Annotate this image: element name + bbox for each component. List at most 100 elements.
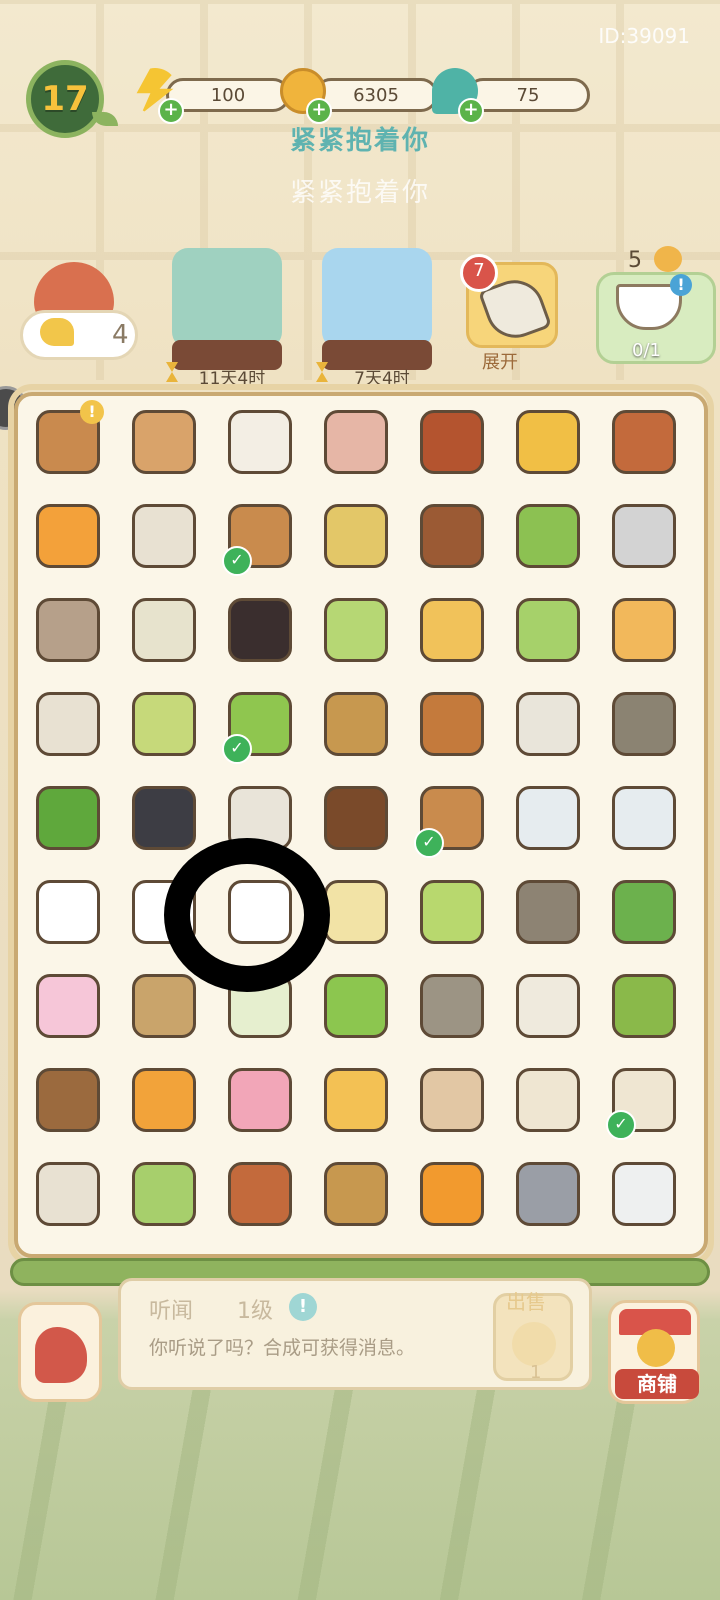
pan-flute-icon <box>228 1162 292 1226</box>
board-cell-milk-pitcher[interactable] <box>602 1152 686 1236</box>
red-panda-card[interactable]: 4 <box>20 262 144 362</box>
board-cell-black-cloth[interactable] <box>122 776 206 860</box>
energy-value: 100 <box>166 78 290 112</box>
event-card-snow-bear[interactable]: 7天4时 <box>316 248 432 389</box>
board-cell-pan-flute[interactable] <box>602 400 686 484</box>
board-cell-woven-mat[interactable]: ✓ <box>218 494 302 578</box>
seedling-icon <box>516 598 580 662</box>
board-cell-green-sprout-bud[interactable] <box>122 682 206 766</box>
red-panda-tea-icon <box>172 248 282 348</box>
butterfly-icon <box>228 1068 292 1132</box>
board-cell-bamboo-cross[interactable] <box>602 870 686 954</box>
checkmark-icon: ✓ <box>414 828 444 858</box>
lantern-icon <box>36 504 100 568</box>
black-cloth-icon <box>132 786 196 850</box>
tied-parcel-icon <box>516 692 580 756</box>
bamboo-cross-icon <box>612 880 676 944</box>
ham-button[interactable] <box>18 1302 102 1402</box>
board-cell-log-stump[interactable] <box>26 1058 110 1142</box>
board-cell-incense-burner[interactable] <box>506 1152 590 1236</box>
board-cell-orange-candle[interactable] <box>410 1152 494 1236</box>
board-cell-pipa-lute[interactable] <box>122 400 206 484</box>
sell-button[interactable]: 出售 1 <box>493 1290 573 1383</box>
event-card-tea-panda[interactable]: 11天4时 <box>166 248 282 389</box>
hamster-icon <box>420 1068 484 1132</box>
board-cell-paper-kite[interactable] <box>26 682 110 766</box>
snow-bear-icon <box>322 248 432 348</box>
stone-ring-icon <box>612 504 676 568</box>
tea-order-card[interactable]: 5 ! 0/1 <box>596 244 716 370</box>
board-cell-stone-ring[interactable] <box>602 494 686 578</box>
board-cell-bamboo-frame[interactable] <box>314 1152 398 1236</box>
item-info-panel: 听闻 1级 ! 你听说了吗？合成可获得消息。 出售 1 <box>118 1278 592 1390</box>
board-cell-pan-flute[interactable] <box>218 1152 302 1236</box>
red-paper-icon <box>324 410 388 474</box>
board-cell-woven-mat[interactable]: ✓ <box>410 776 494 860</box>
board-cell-hedgehog[interactable] <box>314 1058 398 1142</box>
ink-stick-icon <box>420 410 484 474</box>
board-cell-owl[interactable] <box>26 588 110 672</box>
board-cell-bamboo-slips[interactable] <box>410 588 494 672</box>
board-cell-stone-cat[interactable]: ✓ <box>602 1058 686 1142</box>
board-cell-paper-kite[interactable] <box>122 494 206 578</box>
board-cell-fancy-teapot[interactable] <box>602 776 686 860</box>
board-cell-bamboo-shoot[interactable] <box>122 1152 206 1236</box>
player-id: ID:39091 <box>598 24 690 48</box>
board-cell-ink-stick[interactable] <box>410 400 494 484</box>
board-cell-fire-brazier[interactable] <box>410 494 494 578</box>
board-cell-butterfly[interactable] <box>218 1058 302 1142</box>
board-cell-bamboo-frame[interactable] <box>314 682 398 766</box>
board-cell-seedling[interactable] <box>506 588 590 672</box>
board-cell-stone-cube[interactable] <box>602 682 686 766</box>
item-info-icon[interactable]: ! <box>289 1293 317 1321</box>
board-cell-tea-leaves[interactable] <box>314 776 398 860</box>
board-cell-campfire[interactable] <box>122 1058 206 1142</box>
board-cell-matcha-jar[interactable]: ✓ <box>218 682 302 766</box>
board-cell-signboard[interactable] <box>122 964 206 1048</box>
ginkgo-leaf-icon <box>40 318 74 346</box>
board-cell-tied-parcel[interactable] <box>506 682 590 766</box>
tea-leaves-icon <box>324 786 388 850</box>
stone-cube-icon <box>612 692 676 756</box>
board-cell-basket-pole[interactable] <box>602 588 686 672</box>
scene-subtitle: 紧紧抱着你 <box>289 178 430 208</box>
board-cell-seed-bag[interactable] <box>506 964 590 1048</box>
board-cell-bamboo-flute[interactable] <box>410 682 494 766</box>
hedgehog-icon <box>324 1068 388 1132</box>
stone-slab-icon <box>420 974 484 1038</box>
info-icon[interactable]: ! <box>670 274 692 296</box>
board-cell-flat-stone[interactable] <box>122 588 206 672</box>
board-cell-green-tea-cup[interactable] <box>410 870 494 954</box>
board-cell-bamboo-leaves[interactable] <box>26 776 110 860</box>
board-cell-green-bean[interactable] <box>314 588 398 672</box>
board-cell-pebbles[interactable] <box>314 494 398 578</box>
checkmark-icon: ✓ <box>606 1110 636 1140</box>
paw-count: 5 <box>628 248 642 273</box>
board-cell-bonsai-tree[interactable] <box>602 964 686 1048</box>
bamboo-frame-icon <box>324 692 388 756</box>
board-cell-wooden-planks[interactable] <box>506 870 590 954</box>
panda-count: 4 <box>112 320 129 350</box>
board-cell-lacquer-box[interactable] <box>218 588 302 672</box>
board-cell-golden-lion[interactable] <box>506 400 590 484</box>
board-cell-red-paper[interactable] <box>314 400 398 484</box>
board-cell-sprout[interactable] <box>506 494 590 578</box>
board-cell-speech-bubbles-alert[interactable] <box>26 870 110 954</box>
seed-count-badge: 7 <box>460 254 498 292</box>
board-cell-teapot[interactable] <box>506 776 590 860</box>
board-cell-music-sheets[interactable] <box>218 400 302 484</box>
board-cell-stone-cat[interactable] <box>506 1058 590 1142</box>
board-cell-paper-kite[interactable] <box>26 1152 110 1236</box>
board-cell-pink-towel[interactable] <box>26 964 110 1048</box>
player-level: 17 <box>41 79 89 119</box>
board-cell-pagoda-house[interactable]: ! <box>26 400 110 484</box>
expand-label: 展开 <box>482 352 518 373</box>
board-cell-stone-slab[interactable] <box>410 964 494 1048</box>
fancy-teapot-icon <box>612 786 676 850</box>
seed-bag-expand[interactable]: 7 展开 <box>460 254 558 373</box>
basket-pole-icon <box>612 598 676 662</box>
board-cell-bamboo-cup[interactable] <box>314 964 398 1048</box>
shop-button[interactable]: 商铺 <box>608 1300 700 1404</box>
board-cell-lantern[interactable] <box>26 494 110 578</box>
board-cell-hamster[interactable] <box>410 1058 494 1142</box>
